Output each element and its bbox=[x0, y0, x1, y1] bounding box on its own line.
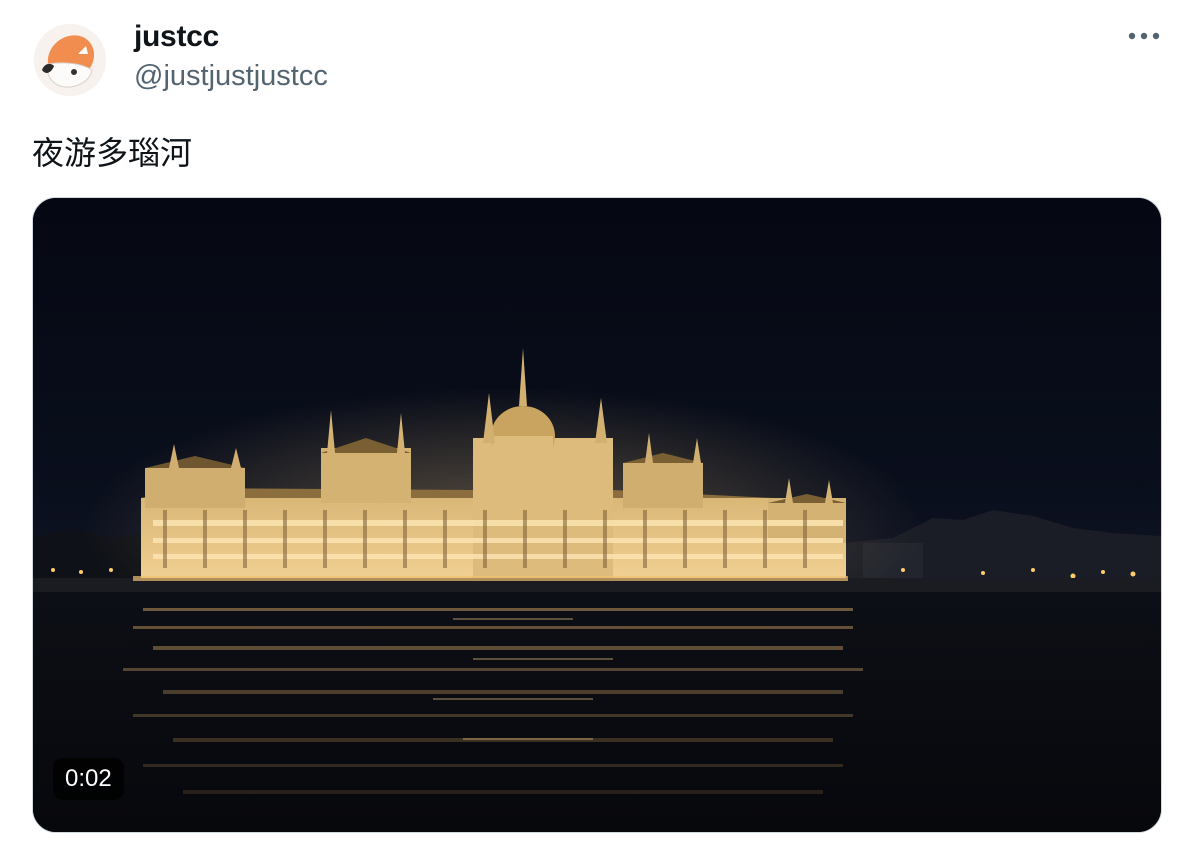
video-frame bbox=[33, 198, 1161, 832]
author-handle[interactable]: @justjustjustcc bbox=[134, 60, 328, 93]
author-avatar[interactable] bbox=[34, 24, 106, 96]
avatar-illustration-icon bbox=[34, 24, 106, 96]
video-player[interactable]: 0:02 bbox=[32, 197, 1162, 833]
tweet-text: 夜游多瑙河 bbox=[32, 134, 193, 172]
more-options-button[interactable] bbox=[1124, 18, 1164, 54]
video-duration: 0:02 bbox=[53, 758, 124, 800]
tweet: justcc @justjustjustcc 夜游多瑙河 0:02 bbox=[0, 0, 1190, 842]
more-horizontal-icon bbox=[1128, 32, 1160, 40]
author-name[interactable]: justcc bbox=[134, 20, 219, 54]
